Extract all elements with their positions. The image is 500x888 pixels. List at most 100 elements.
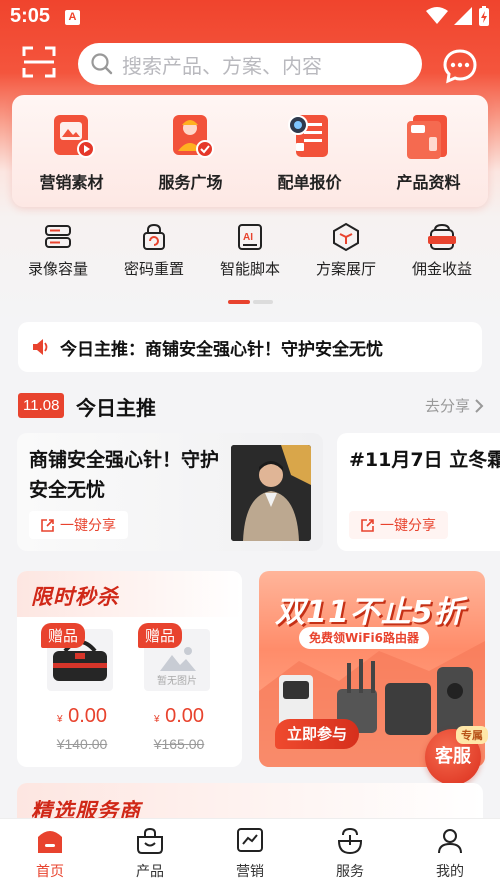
flash-product[interactable]: 赠品 ¥ 0.00 ¥140.00 bbox=[41, 623, 117, 752]
share-label: 一键分享 bbox=[60, 518, 116, 534]
article-title: #11月7日 立冬霜重，围炉夜话暖 bbox=[349, 449, 500, 471]
featured-title: 今日主推 bbox=[76, 396, 156, 420]
original-price: ¥165.00 bbox=[153, 736, 205, 752]
gift-badge: 赠品 bbox=[41, 623, 86, 648]
speaker-icon bbox=[33, 339, 48, 355]
secondary-action-label: 录像容量 bbox=[27, 260, 88, 278]
service-plaza-icon bbox=[172, 115, 214, 158]
sale-price: ¥ 0.00 bbox=[47, 705, 117, 728]
tab-label: 我的 bbox=[436, 864, 464, 880]
main-action-label: 服务广场 bbox=[158, 173, 223, 192]
quotation-icon bbox=[287, 115, 328, 157]
marketing-chart-icon bbox=[237, 828, 263, 852]
tab-label: 营销 bbox=[236, 864, 264, 880]
selected-services-section: 精选服务商 bbox=[17, 783, 483, 823]
share-more-link[interactable]: 去分享 bbox=[425, 395, 484, 416]
tab-home[interactable]: 首页 bbox=[0, 819, 100, 888]
service-icon bbox=[337, 827, 363, 855]
no-image-text: 暂无图片 bbox=[157, 676, 197, 687]
main-action-label: 营销素材 bbox=[39, 173, 104, 192]
main-action-quotation[interactable]: 配单报价 bbox=[250, 95, 369, 207]
share-icon bbox=[41, 518, 54, 532]
featured-header: 11.08 今日主推 去分享 bbox=[18, 391, 484, 421]
secondary-action-solution-hall[interactable]: 方案展厅 bbox=[298, 222, 394, 286]
sale-price: ¥ 0.00 bbox=[144, 705, 214, 728]
secondary-actions: 录像容量 密码重置 AI 智能脚本 方案展厅 佣金收益 bbox=[10, 222, 490, 286]
secondary-action-label: 方案展厅 bbox=[315, 260, 376, 278]
date-badge: 11.08 bbox=[18, 393, 65, 418]
tab-label: 服务 bbox=[336, 864, 364, 880]
scan-icon[interactable] bbox=[22, 45, 56, 79]
solution-hall-icon bbox=[333, 222, 359, 252]
marketing-material-icon bbox=[53, 115, 95, 158]
share-label: 一键分享 bbox=[380, 518, 436, 534]
join-now-button[interactable]: 立即参与 bbox=[275, 719, 360, 749]
page-indicator bbox=[228, 300, 273, 304]
article-card[interactable]: 商铺安全强心针！守护安全无忧 一键分享 bbox=[17, 433, 323, 551]
currency-symbol: ¥ bbox=[56, 714, 63, 725]
secondary-action-storage[interactable]: 录像容量 bbox=[10, 222, 106, 286]
promo-subtitle: 免费领WiFi6路由器 bbox=[299, 627, 430, 649]
secondary-action-label: 密码重置 bbox=[123, 260, 184, 278]
main-action-label: 配单报价 bbox=[277, 173, 342, 192]
flash-sale-card[interactable]: 限时秒杀 赠品 ¥ 0.00 ¥140.00 暂无图片 赠品 ¥ 0.00 ¥1… bbox=[17, 571, 242, 767]
main-actions-card: 营销素材 服务广场 配单报价 产品资料 bbox=[12, 95, 488, 207]
share-more-label: 去分享 bbox=[424, 397, 470, 415]
search-icon bbox=[91, 53, 113, 75]
secondary-action-password-reset[interactable]: 密码重置 bbox=[106, 222, 202, 286]
secondary-action-label: 智能脚本 bbox=[219, 260, 280, 278]
share-icon bbox=[361, 518, 374, 532]
commission-icon bbox=[428, 223, 456, 250]
article-card[interactable]: #11月7日 立冬霜重，围炉夜话暖 一键分享 bbox=[337, 433, 500, 551]
secondary-action-label: 佣金收益 bbox=[411, 260, 472, 278]
product-image: 暂无图片 赠品 bbox=[138, 623, 210, 691]
battery-icon bbox=[479, 6, 489, 26]
search-input[interactable]: 搜索产品、方案、内容 bbox=[78, 43, 422, 85]
product-docs-icon bbox=[406, 115, 447, 159]
tab-product[interactable]: 产品 bbox=[100, 819, 200, 888]
profile-icon bbox=[438, 829, 462, 854]
tab-service[interactable]: 服务 bbox=[300, 819, 400, 888]
product-icon bbox=[137, 827, 163, 854]
currency-symbol: ¥ bbox=[153, 714, 160, 725]
announcement-text: 今日主推：商铺安全强心针！守护安全无忧 bbox=[60, 339, 383, 360]
exclusive-tag: 专属 bbox=[456, 726, 488, 744]
article-title: 商铺安全强心针！守护安全无忧 bbox=[29, 449, 220, 501]
search-placeholder: 搜索产品、方案、内容 bbox=[122, 53, 322, 78]
flash-sale-title: 限时秒杀 bbox=[31, 585, 119, 609]
one-click-share-button[interactable]: 一键分享 bbox=[349, 511, 448, 539]
svg-text:AI: AI bbox=[243, 232, 253, 243]
flash-product[interactable]: 暂无图片 赠品 ¥ 0.00 ¥165.00 bbox=[138, 623, 214, 752]
status-bar: 5:05 A bbox=[0, 0, 500, 34]
tab-me[interactable]: 我的 bbox=[400, 819, 500, 888]
one-click-share-button[interactable]: 一键分享 bbox=[29, 511, 128, 539]
ai-script-icon: AI bbox=[238, 224, 262, 250]
page-dot bbox=[253, 300, 273, 304]
main-action-label: 产品资料 bbox=[396, 173, 461, 192]
main-action-service-plaza[interactable]: 服务广场 bbox=[131, 95, 250, 207]
person-photo bbox=[231, 445, 311, 541]
product-image: 赠品 bbox=[41, 623, 113, 691]
notification-icon: A bbox=[65, 10, 80, 25]
chevron-right-icon bbox=[475, 398, 484, 413]
main-action-product-docs[interactable]: 产品资料 bbox=[369, 95, 488, 207]
home-icon bbox=[38, 831, 62, 853]
tab-marketing[interactable]: 营销 bbox=[200, 819, 300, 888]
storage-icon bbox=[45, 225, 71, 248]
system-icons bbox=[426, 6, 490, 26]
main-action-marketing[interactable]: 营销素材 bbox=[12, 95, 131, 207]
secondary-action-commission[interactable]: 佣金收益 bbox=[394, 222, 490, 286]
sale-price-value: 0.00 bbox=[68, 705, 108, 727]
signal-icon bbox=[454, 7, 472, 25]
password-reset-icon bbox=[143, 223, 165, 250]
tab-label: 首页 bbox=[36, 864, 64, 880]
tab-label: 产品 bbox=[136, 864, 164, 880]
status-time: 5:05 bbox=[10, 5, 51, 27]
message-icon[interactable] bbox=[441, 47, 479, 85]
article-photo bbox=[231, 445, 311, 541]
secondary-action-ai-script[interactable]: AI 智能脚本 bbox=[202, 222, 298, 286]
gift-badge: 赠品 bbox=[138, 623, 183, 648]
promo-title: 双11不止5折 bbox=[275, 595, 465, 630]
announcement-bar[interactable]: 今日主推：商铺安全强心针！守护安全无忧 bbox=[18, 322, 482, 372]
sale-price-value: 0.00 bbox=[165, 705, 205, 727]
